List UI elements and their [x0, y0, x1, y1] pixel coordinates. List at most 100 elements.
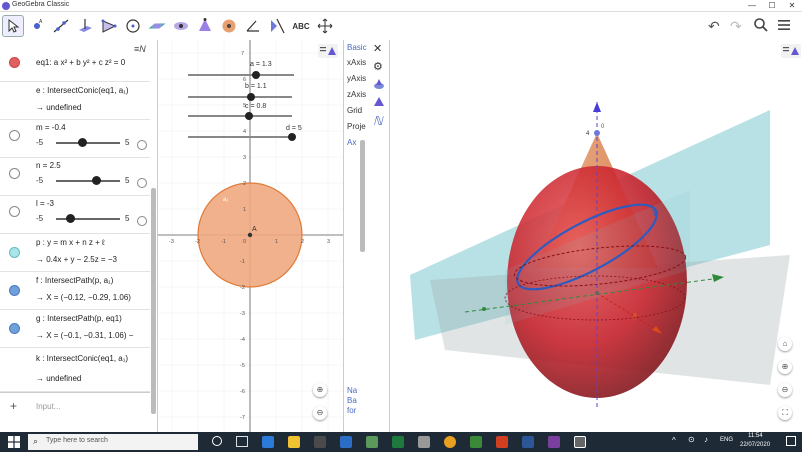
taskbar-search-box[interactable]: ⌕ Type here to search: [28, 434, 198, 450]
slider-knob[interactable]: [66, 214, 75, 223]
office-icon[interactable]: [496, 436, 508, 448]
visibility-marble-icon[interactable]: [9, 247, 20, 258]
graphics-3d-canvas[interactable]: 4 0 p e: [390, 40, 802, 432]
close-panel-icon[interactable]: ✕: [373, 42, 382, 55]
visibility-marble-icon[interactable]: [9, 130, 20, 141]
minimize-button[interactable]: —: [742, 0, 762, 12]
graphics-icon[interactable]: [373, 78, 385, 90]
graphics-view-3d[interactable]: 4 0 p e ⌂ ⊕ ⊖ ⛶: [389, 40, 802, 432]
onenote-icon[interactable]: [548, 436, 560, 448]
graphics-view-2d[interactable]: A a₁ -3 -2 -1 0 1 2 3 7 6 5 4 3 2 1 -1 -…: [158, 40, 343, 432]
green-app-icon[interactable]: [470, 436, 482, 448]
tab-zaxis[interactable]: zAxis: [347, 90, 366, 99]
play-icon[interactable]: [137, 140, 147, 150]
polygon-tool[interactable]: [98, 15, 120, 37]
search-icon[interactable]: [753, 17, 769, 33]
slider-knob[interactable]: [78, 138, 87, 147]
algebra-row-k[interactable]: k : IntersectConic(eq1, a₁) → undefined: [0, 348, 150, 392]
edge-icon[interactable]: [262, 436, 274, 448]
store-icon[interactable]: [314, 436, 326, 448]
zoom-out-3d-button[interactable]: ⊖: [778, 383, 792, 397]
close-button[interactable]: ✕: [782, 0, 802, 12]
slider-track[interactable]: [56, 142, 120, 144]
clock-date[interactable]: 22/07/2020: [740, 442, 770, 448]
algebra-icon[interactable]: ℕ: [373, 114, 383, 128]
algebra-row-eq1[interactable]: eq1: a x² + b y² + c z² = 0: [0, 48, 150, 82]
visibility-marble-icon[interactable]: [9, 323, 20, 334]
visibility-marble-icon[interactable]: [9, 285, 20, 296]
word-icon[interactable]: [522, 436, 534, 448]
reflect-tool[interactable]: [266, 15, 288, 37]
fullscreen-button[interactable]: ⛶: [778, 406, 792, 420]
algebra-row-m-slider[interactable]: m = -0.4 -5 5: [0, 120, 150, 158]
zoom-in-3d-button[interactable]: ⊕: [778, 360, 792, 374]
graphics-3d-icon[interactable]: [373, 96, 385, 108]
graphics-style-bar-icon[interactable]: [318, 44, 338, 58]
point-tool[interactable]: A: [26, 15, 48, 37]
maximize-button[interactable]: ☐: [762, 0, 782, 12]
cortana-icon[interactable]: [212, 436, 222, 446]
tab-yaxis[interactable]: yAxis: [347, 74, 366, 83]
text-tool[interactable]: ABC: [290, 15, 312, 37]
angle-tool[interactable]: [242, 15, 264, 37]
algebra-row-f[interactable]: f : IntersectPath(p, a₁) → X = (−0.12, −…: [0, 272, 150, 310]
zoom-in-button[interactable]: ⊕: [313, 383, 327, 397]
z-axis-arrow: [593, 102, 601, 112]
algebra-row-l-slider[interactable]: l = -3 -5 5: [0, 196, 150, 234]
add-icon[interactable]: +: [10, 399, 17, 413]
home-button[interactable]: ⌂: [778, 337, 792, 351]
zoom-out-button[interactable]: ⊖: [313, 406, 327, 420]
algebra-row-g[interactable]: g : IntersectPath(p, eq1) → X = (−0.1, −…: [0, 310, 150, 348]
cone-tool[interactable]: [194, 15, 216, 37]
tray-chevron-icon[interactable]: ^: [672, 436, 676, 445]
play-icon[interactable]: [137, 216, 147, 226]
algebra-row-p[interactable]: p : y = m x + n z + ℓ → 0.4x + y − 2.5z …: [0, 234, 150, 272]
chrome-icon[interactable]: [444, 436, 456, 448]
pyramid-tool[interactable]: [170, 15, 192, 37]
sphere-tool[interactable]: [218, 15, 240, 37]
line-tool[interactable]: [50, 15, 72, 37]
gear-icon[interactable]: ⚙: [373, 60, 383, 73]
mail-icon[interactable]: [340, 436, 352, 448]
properties-scrollbar[interactable]: [360, 140, 365, 252]
move-tool[interactable]: [2, 15, 24, 37]
geogebra-taskbar-icon[interactable]: [574, 436, 586, 448]
graphics-3d-style-bar-icon[interactable]: [781, 44, 801, 58]
visibility-marble-icon[interactable]: [9, 206, 20, 217]
perpendicular-tool[interactable]: [74, 15, 96, 37]
file-explorer-icon[interactable]: [288, 436, 300, 448]
clock-time[interactable]: 11:54: [748, 433, 763, 439]
calculator-icon[interactable]: [366, 436, 378, 448]
notifications-icon[interactable]: [786, 436, 796, 446]
algebra-input[interactable]: Input...: [36, 402, 60, 411]
graphics-canvas[interactable]: A a₁ -3 -2 -1 0 1 2 3 7 6 5 4 3 2 1 -1 -…: [158, 40, 343, 432]
language-indicator[interactable]: ENG: [720, 437, 733, 443]
undo-icon[interactable]: ↶: [708, 18, 720, 35]
tab-grid[interactable]: Grid: [347, 106, 362, 115]
algebra-scrollbar[interactable]: [151, 188, 156, 414]
play-icon[interactable]: [137, 178, 147, 188]
algebra-input-row[interactable]: + Input...: [0, 392, 150, 420]
task-view-icon[interactable]: [236, 436, 248, 447]
algebra-row-n-slider[interactable]: n = 2.5 -5 5: [0, 158, 150, 196]
redo-icon[interactable]: ↷: [730, 18, 742, 35]
svg-text:c = 0.8: c = 0.8: [245, 103, 266, 110]
excel-icon[interactable]: [392, 436, 404, 448]
menu-icon[interactable]: [776, 17, 792, 33]
algebra-row-e[interactable]: e : IntersectConic(eq1, a₁) → undefined: [0, 82, 150, 120]
visibility-marble-icon[interactable]: [9, 57, 20, 68]
circle-tool[interactable]: [122, 15, 144, 37]
visibility-marble-icon[interactable]: [9, 168, 20, 179]
tab-basic[interactable]: Basic: [347, 43, 367, 52]
plane-tool[interactable]: [146, 15, 168, 37]
windows-start-icon[interactable]: [8, 436, 20, 448]
tab-projection[interactable]: Proje: [347, 122, 366, 131]
paint-icon[interactable]: [418, 436, 430, 448]
network-icon[interactable]: ⊙: [688, 435, 695, 444]
tab-xaxis[interactable]: xAxis: [347, 58, 366, 67]
taskbar-search-input[interactable]: Type here to search: [46, 437, 108, 444]
volume-icon[interactable]: ♪: [704, 435, 708, 444]
slider-knob[interactable]: [92, 176, 101, 185]
move-view-tool[interactable]: [314, 15, 336, 37]
slider-track[interactable]: [56, 180, 120, 182]
